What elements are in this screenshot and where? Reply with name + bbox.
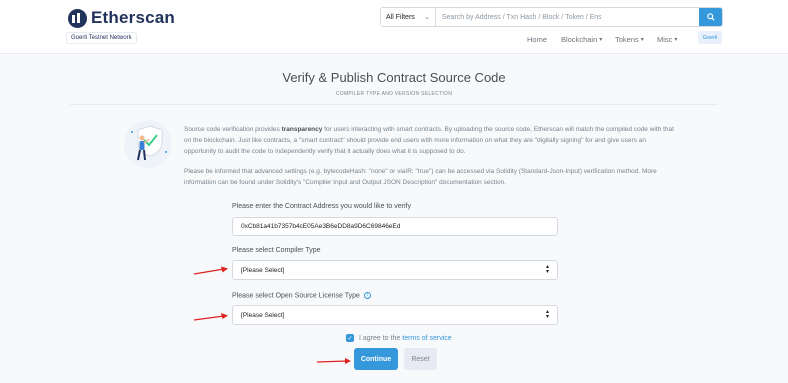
search-button[interactable] bbox=[699, 8, 722, 26]
caret-down-icon: ▾ bbox=[599, 36, 603, 43]
chevron-down-icon: ⌄ bbox=[424, 14, 430, 21]
license-type-value: [Please Select] bbox=[241, 311, 285, 319]
caret-down-icon: ▾ bbox=[640, 36, 644, 43]
verification-illustration bbox=[124, 120, 172, 168]
caret-down-icon: ▾ bbox=[674, 36, 678, 43]
select-arrows-icon: ▴ ▾ bbox=[545, 309, 549, 320]
search-bar: All Filters ⌄ Search by Address / Txn Ha… bbox=[380, 7, 723, 27]
network-switch-button[interactable]: Goerli bbox=[698, 31, 722, 44]
page-title: Verify & Publish Contract Source Code bbox=[282, 70, 506, 85]
select-arrows-icon: ▴ ▾ bbox=[545, 264, 549, 275]
info-icon[interactable]: i bbox=[363, 292, 371, 299]
agree-text: I agree to the bbox=[359, 334, 401, 342]
search-filter-select[interactable]: All Filters ⌄ bbox=[381, 8, 436, 26]
search-icon bbox=[706, 13, 715, 21]
nav-tokens-label: Tokens bbox=[615, 34, 639, 44]
compiler-type-value: [Please Select] bbox=[241, 266, 285, 274]
divider bbox=[70, 104, 718, 105]
red-annotation-arrow bbox=[193, 313, 228, 321]
terms-agreement-row: ✓ I agree to the terms of service bbox=[346, 334, 452, 342]
terms-checkbox[interactable]: ✓ bbox=[346, 334, 354, 342]
etherscan-logo[interactable]: Etherscan bbox=[68, 8, 175, 28]
nav-blockchain-label: Blockchain bbox=[561, 34, 598, 44]
nav-tokens[interactable]: Tokens ▾ bbox=[615, 33, 644, 45]
terms-of-service-link[interactable]: terms of service bbox=[402, 335, 451, 342]
logo-text: Etherscan bbox=[91, 8, 176, 27]
nav-blockchain[interactable]: Blockchain ▾ bbox=[561, 33, 602, 45]
continue-button[interactable]: Continue bbox=[354, 348, 398, 370]
license-type-label: Please select Open Source License Type i bbox=[232, 292, 371, 299]
red-annotation-arrow bbox=[193, 266, 228, 275]
info-p1-bold: transparency bbox=[281, 126, 323, 133]
compiler-type-select[interactable]: [Please Select] ▴ ▾ bbox=[232, 260, 558, 280]
search-input[interactable]: Search by Address / Txn Hash / Block / T… bbox=[436, 8, 699, 26]
info-paragraph-1: Source code verification provides transp… bbox=[184, 124, 674, 157]
search-filter-value: All Filters bbox=[386, 13, 415, 21]
info-paragraph-2: Please be informed that advanced setting… bbox=[184, 168, 657, 186]
nav-misc-label: Misc bbox=[657, 34, 673, 44]
network-badge: Goerli Testnet Network bbox=[66, 32, 137, 44]
info-p1-before: Source code verification provides bbox=[184, 126, 282, 133]
top-header: Etherscan Goerli Testnet Network All Fil… bbox=[0, 0, 788, 54]
contract-address-label: Please enter the Contract Address you wo… bbox=[232, 203, 411, 210]
compiler-type-label: Please select Compiler Type bbox=[232, 247, 321, 254]
nav-misc[interactable]: Misc ▾ bbox=[657, 33, 677, 45]
red-annotation-arrow bbox=[316, 358, 351, 364]
reset-button[interactable]: Reset bbox=[404, 348, 437, 370]
nav-home[interactable]: Home bbox=[527, 33, 547, 45]
license-type-label-text: Please select Open Source License Type bbox=[232, 292, 360, 300]
license-type-select[interactable]: [Please Select] ▴ ▾ bbox=[232, 305, 558, 325]
contract-address-input[interactable]: 0xCb81a41b7357b4cE05Ae3B6eDD8a9D6C69846e… bbox=[232, 217, 558, 236]
page-subtitle: COMPILER TYPE AND VERSION SELECTION bbox=[335, 91, 453, 97]
nav-home-label: Home bbox=[527, 34, 548, 44]
etherscan-logo-icon bbox=[68, 8, 87, 28]
